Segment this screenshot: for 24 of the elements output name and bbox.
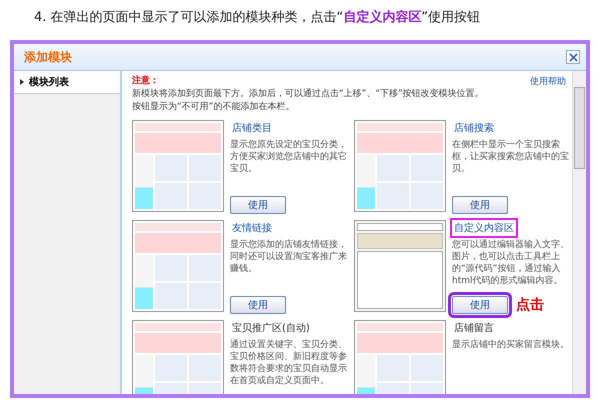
- instruction-text: 4. 在弹出的页面中显示了可以添加的模块种类，点击“自定义内容区”使用按钮: [33, 8, 482, 27]
- use-button[interactable]: 使用: [230, 296, 286, 314]
- module-description: 在侧栏中显示一个宝贝搜索框，让买家搜索您店铺中的宝贝。: [452, 139, 570, 176]
- dialog-title: 添加模块: [24, 48, 72, 66]
- sidebar-item[interactable]: 模块列表: [14, 71, 120, 94]
- module-title[interactable]: 店铺类目: [230, 120, 274, 136]
- use-button[interactable]: 使用: [452, 196, 508, 214]
- module-description: 显示您添加的店铺友情链接，同时还可以设置淘宝客推广来赚钱。: [230, 239, 348, 276]
- module-description: 通过设置关键字、宝贝分类、宝贝价格区间、新旧程度等参数将符合要求的宝贝自动显示在首页或自定义页面中。: [230, 339, 348, 388]
- module-title: 店铺留言: [453, 322, 495, 336]
- close-button[interactable]: [566, 50, 580, 64]
- annotation-text: 点击: [516, 296, 544, 314]
- scrollbar[interactable]: [572, 71, 586, 394]
- module-title[interactable]: 自定义内容区: [452, 220, 516, 236]
- module-description: 您可以通过编辑器输入文字、图片，也可以点击工具栏上的“源代码”按钮，通过输入html代码的形式编辑内容。: [452, 239, 570, 288]
- module-description: 显示您原先设定的宝贝分类，方便买家浏览您店铺中的其它宝贝。: [230, 139, 348, 176]
- triangle-icon: [20, 79, 24, 86]
- use-button[interactable]: 使用: [230, 196, 286, 214]
- help-link[interactable]: 使用帮助: [530, 75, 566, 88]
- notice-text: 注意： 新模块将添加到页面最下方。添加后，可以通过点击“上移”、“下移”按钮改变模块位置。 按钮显示为“不可用”的不能添加在本栏。: [132, 75, 485, 114]
- module-title[interactable]: 店铺搜索: [452, 120, 496, 136]
- module-title[interactable]: 友情链接: [230, 220, 274, 236]
- module-title: 宝贝推广区(自动): [231, 322, 311, 336]
- module-description: 显示店铺中的买家留言模块。: [452, 339, 569, 352]
